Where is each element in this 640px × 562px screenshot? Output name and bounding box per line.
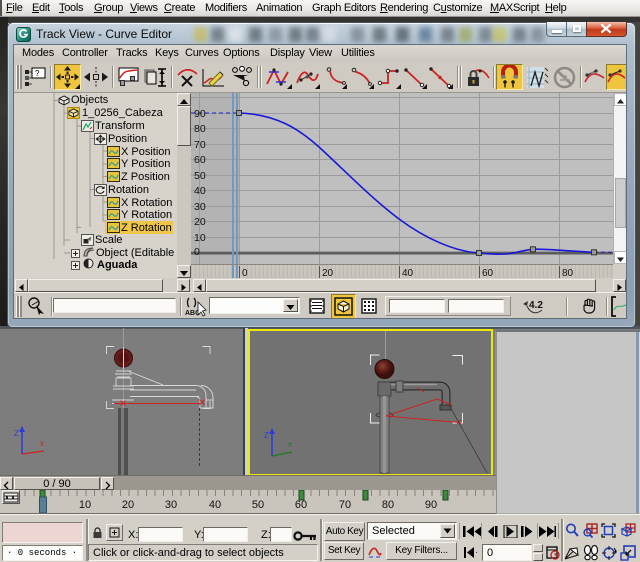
svg-text:90: 90: [425, 499, 437, 511]
svg-text:x: x: [288, 440, 292, 449]
svg-text:20: 20: [322, 268, 334, 278]
svg-text:70: 70: [339, 499, 351, 511]
svg-text:30: 30: [165, 499, 177, 511]
svg-text:70: 70: [194, 139, 206, 151]
svg-text:0: 0: [194, 246, 200, 258]
svg-text:20: 20: [194, 216, 206, 228]
svg-text:4.2: 4.2: [529, 300, 543, 311]
svg-text:20: 20: [122, 499, 134, 511]
svg-text:60: 60: [482, 268, 494, 278]
svg-text:50: 50: [252, 499, 264, 511]
svg-text:10: 10: [194, 232, 206, 244]
svg-text:60: 60: [194, 154, 206, 166]
svg-text:40: 40: [402, 268, 414, 278]
svg-text:Z: Z: [264, 431, 269, 440]
svg-text:90: 90: [194, 108, 206, 120]
svg-text:x: x: [40, 439, 44, 448]
svg-text:10: 10: [79, 499, 91, 511]
svg-text:40: 40: [194, 185, 206, 197]
svg-text:50: 50: [194, 170, 206, 182]
svg-text:Z: Z: [14, 429, 19, 438]
svg-text:30: 30: [194, 201, 206, 213]
svg-text:80: 80: [382, 499, 394, 511]
svg-text:80: 80: [562, 268, 574, 278]
svg-text:0: 0: [242, 268, 248, 278]
svg-text:80: 80: [194, 123, 206, 135]
svg-text:40: 40: [209, 499, 221, 511]
svg-text:60: 60: [295, 499, 307, 511]
svg-text:?: ?: [35, 69, 40, 78]
